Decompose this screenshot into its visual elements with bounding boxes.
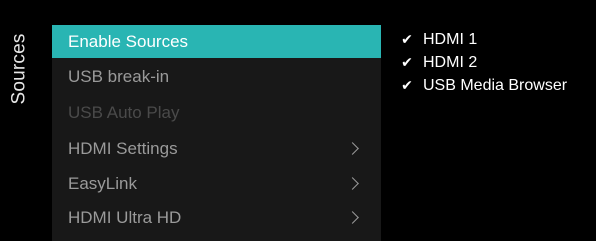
source-options-list: ✔ HDMI 1 ✔ HDMI 2 ✔ USB Media Browser (400, 28, 590, 97)
section-title: Sources (0, 14, 40, 124)
option-label: USB Media Browser (423, 76, 568, 94)
option-label: HDMI 2 (423, 53, 478, 71)
menu-item-hdmi-settings[interactable]: HDMI Settings (52, 132, 381, 165)
menu-item-easylink[interactable]: EasyLink (52, 167, 381, 200)
menu-item-usb-break-in[interactable]: USB break-in (52, 60, 381, 93)
menu-item-label: HDMI Ultra HD (68, 207, 182, 227)
option-hdmi-2[interactable]: ✔ HDMI 2 (400, 51, 590, 74)
menu-item-enable-sources[interactable]: Enable Sources (52, 25, 381, 58)
option-hdmi-1[interactable]: ✔ HDMI 1 (400, 28, 590, 51)
tv-settings-screen: Sources Enable Sources USB break-in USB … (0, 0, 596, 241)
chevron-right-icon (346, 177, 359, 190)
checkmark-icon: ✔ (401, 31, 413, 47)
menu-item-label: EasyLink (68, 173, 137, 193)
menu-item-label: USB Auto Play (68, 102, 180, 122)
option-label: HDMI 1 (423, 30, 478, 48)
menu-item-label: Enable Sources (68, 31, 189, 51)
chevron-right-icon (346, 142, 359, 155)
chevron-right-icon (346, 211, 359, 224)
section-title-text: Sources (9, 33, 31, 105)
menu-item-label: HDMI Settings (68, 138, 178, 158)
menu-item-label: USB break-in (68, 66, 170, 86)
option-usb-media-browser[interactable]: ✔ USB Media Browser (400, 74, 590, 97)
checkmark-icon: ✔ (401, 77, 413, 93)
checkmark-icon: ✔ (401, 54, 413, 70)
menu-item-hdmi-ultra-hd[interactable]: HDMI Ultra HD (52, 201, 381, 234)
menu-item-usb-auto-play: USB Auto Play (52, 96, 381, 129)
